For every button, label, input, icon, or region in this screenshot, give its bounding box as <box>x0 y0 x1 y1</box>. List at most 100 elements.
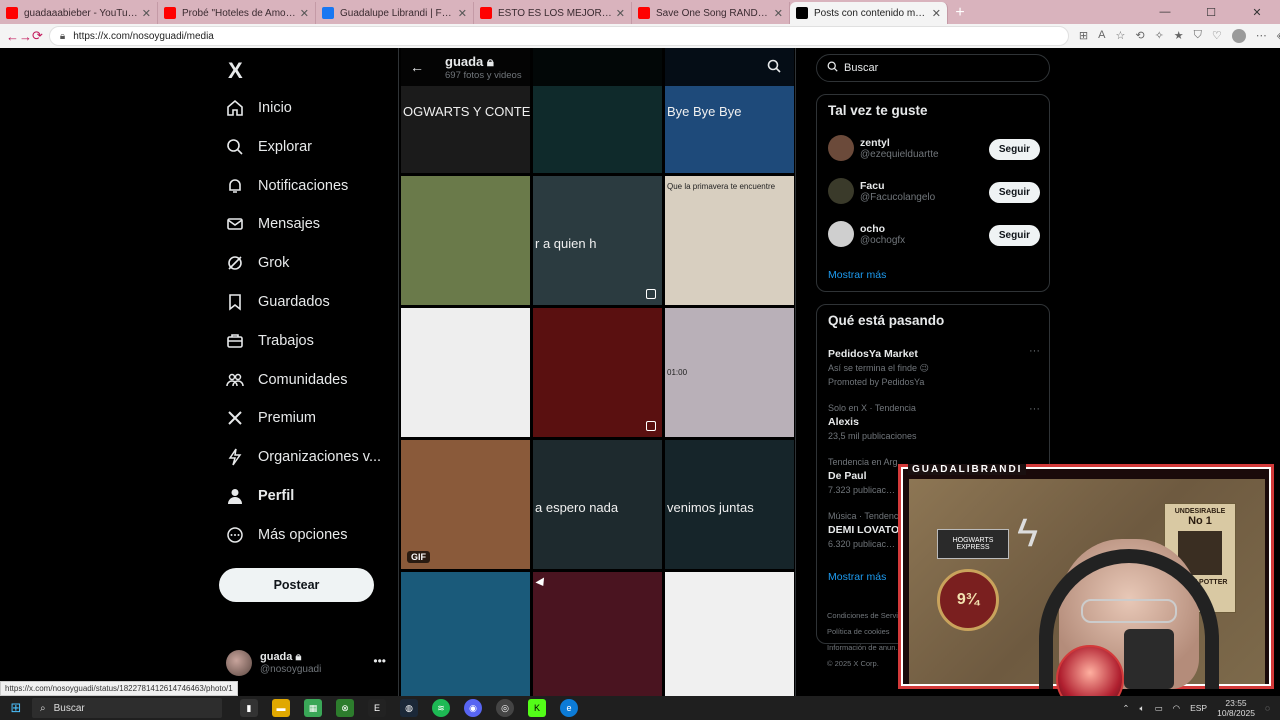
nav-item-trabajos[interactable]: Trabajos <box>226 326 314 356</box>
xbox-icon[interactable]: ⊗ <box>336 699 354 717</box>
menu-dots-icon[interactable]: ⋯ <box>1256 29 1267 43</box>
media-thumbnail[interactable] <box>665 572 794 696</box>
back-icon[interactable]: ← <box>6 29 19 44</box>
refresh-extension-icon[interactable]: ⟲ <box>1135 29 1144 43</box>
notifications-icon[interactable]: ◌ <box>1265 703 1270 713</box>
tab-close-icon[interactable]: ✕ <box>458 7 467 20</box>
media-thumbnail[interactable]: Que la primavera te encuentre <box>665 176 794 305</box>
steam-icon[interactable]: ◍ <box>400 699 418 717</box>
footer-link[interactable]: Condiciones de Servi… <box>827 608 905 624</box>
nav-item-grok[interactable]: Grok <box>226 248 289 278</box>
maximize-icon[interactable]: ☐ <box>1188 0 1234 24</box>
media-thumbnail[interactable]: venimos juntas <box>665 440 794 569</box>
close-window-icon[interactable]: ✕ <box>1234 0 1280 24</box>
media-thumbnail[interactable]: 01:00 <box>665 308 794 437</box>
nav-item-organizaciones-v[interactable]: Organizaciones v... <box>226 442 381 472</box>
media-thumbnail[interactable]: GIF <box>401 440 530 569</box>
nav-item-label: Perfil <box>258 488 295 504</box>
nav-item-label: Notificaciones <box>258 178 349 194</box>
nav-item-perfil[interactable]: Perfil <box>226 481 294 511</box>
edge-browser-icon[interactable]: e <box>560 699 578 717</box>
tab-close-icon[interactable]: ✕ <box>932 7 941 20</box>
nav-item-guardados[interactable]: Guardados <box>226 287 330 317</box>
shield-icon[interactable]: ⛉ <box>1194 29 1202 43</box>
discord-icon[interactable]: ◉ <box>464 699 482 717</box>
windows-start-icon[interactable]: ⊞ <box>0 700 32 716</box>
glasses <box>1081 599 1177 623</box>
browser-tab[interactable]: ESTO ES LOS MEJORES TIKTOKS … ✕ <box>474 2 632 24</box>
browser-tab[interactable]: Guadalupe Librandi | Facebook ✕ <box>316 2 474 24</box>
follow-suggestion[interactable]: zentyl @ezequielduartte Seguir <box>828 133 1040 163</box>
account-switcher[interactable]: guada 🔒︎ @nosoyguadi ••• <box>226 646 386 680</box>
footer-link[interactable]: Política de cookies <box>827 624 905 640</box>
obs-icon[interactable]: ◎ <box>496 699 514 717</box>
media-thumbnail[interactable] <box>401 308 530 437</box>
nav-item-mensajes[interactable]: Mensajes <box>226 209 320 239</box>
browser-tab[interactable]: guadaaabieber - YouTube ✕ <box>0 2 158 24</box>
browser-tab[interactable]: Probé "Hoteles de Amor" con Pr… ✕ <box>158 2 316 24</box>
search-icon[interactable] <box>767 59 781 78</box>
trend-item[interactable]: Solo en X · Tendencia Alexis 23,5 mil publ… <box>828 403 1040 441</box>
follow-button[interactable]: Seguir <box>988 139 1040 160</box>
widget-icon[interactable]: ▮ <box>240 699 258 717</box>
forward-icon[interactable]: → <box>19 29 32 44</box>
tab-close-icon[interactable]: ✕ <box>142 7 151 20</box>
media-thumbnail[interactable] <box>533 572 662 696</box>
nav-item-comunidades[interactable]: Comunidades <box>226 365 347 395</box>
post-button[interactable]: Postear <box>219 568 374 602</box>
footer-link[interactable]: © 2025 X Corp. <box>827 656 905 672</box>
minimize-icon[interactable]: — <box>1142 0 1188 24</box>
network-icon[interactable]: ▭ <box>1155 703 1163 714</box>
spotify-icon[interactable]: ≋ <box>432 699 450 717</box>
epic-games-icon[interactable]: E <box>368 699 386 717</box>
more-dots-icon[interactable]: ••• <box>373 654 386 668</box>
more-dots-icon[interactable]: ··· <box>1029 403 1040 415</box>
tab-close-icon[interactable]: ✕ <box>300 7 309 20</box>
favorites-icon[interactable]: ★ <box>1174 29 1184 43</box>
trend-item[interactable]: PedidosYa Market Así se termina el finde … <box>828 345 1040 387</box>
nav-item-explorar[interactable]: Explorar <box>226 132 312 162</box>
heart-icon[interactable]: ♡ <box>1212 29 1222 43</box>
follow-button[interactable]: Seguir <box>988 182 1040 203</box>
nav-item-más-opciones[interactable]: Más opciones <box>226 520 347 550</box>
search-input[interactable]: Buscar <box>816 54 1050 82</box>
tab-close-icon[interactable]: ✕ <box>774 7 783 20</box>
read-aloud-icon[interactable]: A <box>1098 29 1105 43</box>
more-dots-icon[interactable]: ··· <box>1029 345 1040 357</box>
nav-item-premium[interactable]: Premium <box>226 403 316 433</box>
browser-tab[interactable]: Save One Song RANDOM Rules… ✕ <box>632 2 790 24</box>
footer-link[interactable]: Información de anun… <box>827 640 905 656</box>
taskbar-search[interactable]: ⌕ Buscar <box>32 698 222 718</box>
follow-suggestion[interactable]: ocho @ochogfx Seguir <box>828 219 1040 249</box>
favorite-star-icon[interactable]: ☆ <box>1115 29 1125 43</box>
nav-item-notificaciones[interactable]: Notificaciones <box>226 171 348 201</box>
language-indicator[interactable]: ESP <box>1190 703 1207 713</box>
wifi-icon[interactable]: ◠ <box>1173 703 1180 714</box>
trends-show-more-link[interactable]: Mostrar más <box>828 571 886 583</box>
url-field[interactable]: 🔒︎ https://x.com/nosoyguadi/media <box>48 26 1069 46</box>
app-green-icon[interactable]: ▦ <box>304 699 322 717</box>
back-arrow-icon[interactable]: ← <box>401 59 433 75</box>
reload-icon[interactable]: ⟳ <box>32 28 43 44</box>
extension-icon[interactable]: ✧ <box>1155 29 1164 43</box>
new-tab-icon[interactable]: + <box>948 2 972 24</box>
follow-suggestion[interactable]: Facu @Facucolangelo Seguir <box>828 176 1040 206</box>
follow-button[interactable]: Seguir <box>988 225 1040 246</box>
apps-icon[interactable]: ⊞ <box>1079 29 1088 43</box>
media-thumbnail[interactable] <box>401 176 530 305</box>
show-more-link[interactable]: Mostrar más <box>828 269 886 281</box>
tab-close-icon[interactable]: ✕ <box>616 7 625 20</box>
nav-item-inicio[interactable]: Inicio <box>226 93 292 123</box>
browser-tab[interactable]: Posts con contenido multimedia… ✕ <box>790 2 948 24</box>
media-thumbnail[interactable] <box>401 572 530 696</box>
media-thumbnail[interactable] <box>533 308 662 437</box>
media-thumbnail[interactable]: a espero nada <box>533 440 662 569</box>
chevron-up-icon[interactable]: ⌃ <box>1122 703 1129 714</box>
clock[interactable]: 23:55 10/8/2025 <box>1217 698 1255 718</box>
media-thumbnail[interactable]: r a quien h <box>533 176 662 305</box>
volume-icon[interactable]: 🔈︎ <box>1140 703 1145 714</box>
x-logo-icon[interactable]: X <box>228 58 243 84</box>
browser-profile-avatar[interactable] <box>1231 29 1246 43</box>
file-explorer-icon[interactable]: ▬ <box>272 699 290 717</box>
kick-icon[interactable]: K <box>528 699 546 717</box>
